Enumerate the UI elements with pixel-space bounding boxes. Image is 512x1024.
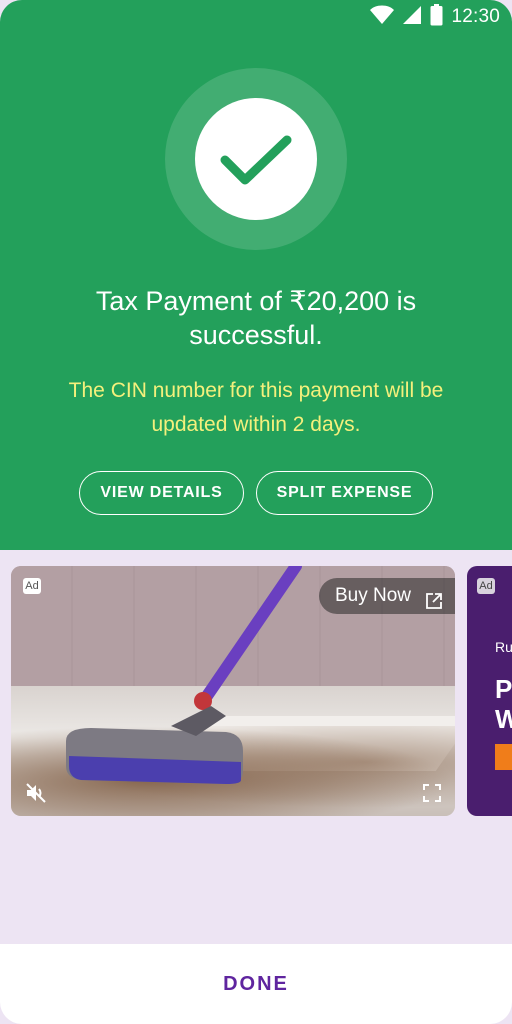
buy-now-button[interactable]: Buy Now [319,578,455,614]
action-buttons: VIEW DETAILS SPLIT EXPENSE [0,471,512,517]
ad-badge-secondary: Ad [477,578,495,594]
success-badge [195,98,317,220]
fullscreen-icon[interactable] [423,784,441,807]
ad-carousel[interactable]: Ad Buy Now Ad Ru P W [0,550,512,944]
ad-badge: Ad [23,578,41,594]
view-details-button[interactable]: VIEW DETAILS [79,471,244,515]
status-time: 12:30 [451,6,500,27]
status-icons: 12:30 [370,3,500,31]
payment-success-panel: Tax Payment of ₹20,200 is successful. Th… [0,34,512,550]
check-icon [220,135,292,185]
ad-card-secondary[interactable]: Ad Ru P W [467,566,512,816]
ad-secondary-headline: P W [495,674,512,734]
footer-bar: DONE [0,944,512,1024]
battery-icon [430,3,443,31]
split-expense-button[interactable]: SPLIT EXPENSE [256,471,433,515]
cin-note: The CIN number for this payment will be … [68,379,444,436]
wifi-icon [370,5,395,30]
ad-secondary-cta[interactable] [495,744,512,770]
mute-icon[interactable] [25,782,47,809]
ad-secondary-small-text: Ru [495,639,512,655]
app-frame: 12:30 Tax Payment of ₹20,200 is successf… [0,0,512,1024]
success-halo [165,68,347,250]
done-button[interactable]: DONE [0,944,512,1024]
ad-card-video[interactable]: Ad Buy Now [11,566,455,816]
signal-icon [402,5,422,30]
buy-now-label: Buy Now [335,585,412,606]
status-bar: 12:30 [0,0,512,34]
payment-success-title: Tax Payment of ₹20,200 is successful. [95,286,417,350]
external-link-icon [425,587,443,623]
